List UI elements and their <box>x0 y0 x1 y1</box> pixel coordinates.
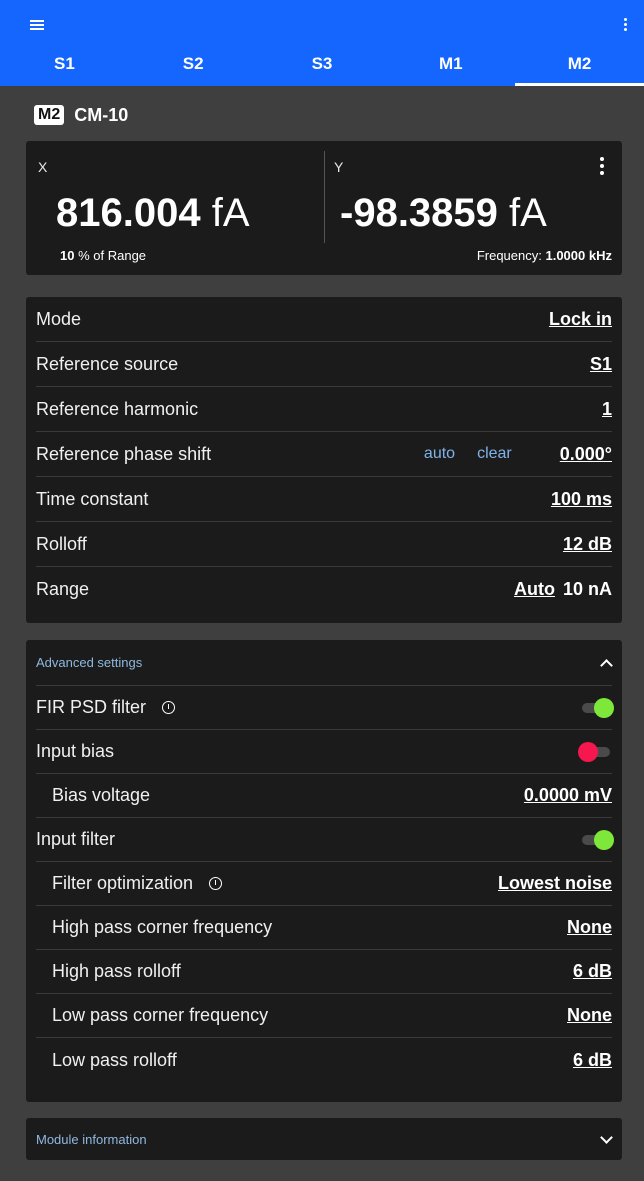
setting-rolloff: Rolloff 12 dB <box>36 522 612 567</box>
x-number: 816.004 <box>56 191 201 235</box>
frequency-label: Frequency: <box>476 248 542 263</box>
tab-m2[interactable]: M2 <box>515 46 644 86</box>
tab-s1[interactable]: S1 <box>0 46 129 86</box>
rolloff-label: Rolloff <box>36 533 87 554</box>
module-header: M2 CM-10 <box>34 103 128 127</box>
low-pass-corner-value[interactable]: None <box>567 1005 612 1026</box>
range-auto-button[interactable]: Auto <box>514 579 555 600</box>
rolloff-value[interactable]: 12 dB <box>563 534 612 555</box>
filter-optimization-value[interactable]: Lowest noise <box>498 873 612 894</box>
app-bar: S1 S2 S3 M1 M2 <box>0 0 644 86</box>
time-constant-label: Time constant <box>36 488 149 509</box>
range-percent: 10 % of Range <box>60 248 146 263</box>
filter-optimization-label: Filter optimization <box>52 873 194 893</box>
value-divider <box>324 151 325 243</box>
phase-auto-button[interactable]: auto <box>424 445 455 463</box>
chevron-down-icon[interactable] <box>600 1133 612 1145</box>
tab-m1[interactable]: M1 <box>386 46 515 86</box>
setting-range: Range Auto 10 nA <box>36 567 612 612</box>
info-icon[interactable] <box>162 701 176 714</box>
high-pass-corner-value[interactable]: None <box>567 917 612 938</box>
reference-source-label: Reference source <box>36 353 179 374</box>
module-badge: M2 <box>34 105 65 125</box>
bias-voltage-value[interactable]: 0.0000 mV <box>524 785 612 806</box>
reference-phase-shift-label: Reference phase shift <box>36 443 212 464</box>
range-label: Range <box>36 579 90 599</box>
module-name: CM-10 <box>74 104 129 125</box>
bias-voltage-label: Bias voltage <box>52 785 151 805</box>
fir-psd-filter-toggle[interactable] <box>580 697 614 718</box>
y-value: -98.3859 fA <box>340 191 547 236</box>
y-label: Y <box>334 159 344 175</box>
setting-filter-optimization: Filter optimization Lowest noise <box>36 862 612 906</box>
lockin-settings-card: Mode Lock in Reference source S1 Referen… <box>26 297 622 623</box>
frequency-unit: kHz <box>588 248 612 263</box>
setting-low-pass-corner: Low pass corner frequency None <box>36 994 612 1038</box>
tab-s3[interactable]: S3 <box>258 46 387 86</box>
time-constant-value[interactable]: 100 ms <box>551 489 612 510</box>
input-bias-label: Input bias <box>36 741 115 761</box>
high-pass-corner-label: High pass corner frequency <box>52 917 273 937</box>
mode-value[interactable]: Lock in <box>549 309 612 330</box>
low-pass-rolloff-label: Low pass rolloff <box>52 1049 177 1070</box>
chevron-up-icon[interactable] <box>600 657 612 669</box>
setting-bias-voltage: Bias voltage 0.0000 mV <box>36 774 612 818</box>
mode-label: Mode <box>36 308 82 329</box>
y-number: -98.3859 <box>340 191 498 235</box>
range-value: 10 nA <box>562 579 612 599</box>
reference-source-value[interactable]: S1 <box>590 354 612 375</box>
high-pass-rolloff-label: High pass rolloff <box>52 961 181 981</box>
advanced-settings-title: Advanced settings <box>36 655 143 670</box>
x-unit: fA <box>211 191 250 235</box>
input-filter-label: Input filter <box>36 829 116 849</box>
tab-s2[interactable]: S2 <box>129 46 258 86</box>
low-pass-corner-label: Low pass corner frequency <box>52 1005 269 1025</box>
phase-clear-button[interactable]: clear <box>477 445 512 463</box>
measurement-card: X 816.004 fA Y -98.3859 fA 10 % of Range… <box>26 141 622 275</box>
setting-input-bias: Input bias <box>36 730 612 774</box>
setting-reference-phase-shift: Reference phase shift auto clear 0.000° <box>36 432 612 477</box>
info-icon[interactable] <box>209 877 223 890</box>
menu-icon[interactable] <box>30 20 44 30</box>
measurement-menu-icon[interactable] <box>600 157 604 178</box>
input-bias-toggle[interactable] <box>578 741 612 762</box>
frequency-value: 1.0000 <box>545 248 586 263</box>
x-value: 816.004 fA <box>56 191 250 236</box>
setting-low-pass-rolloff: Low pass rolloff 6 dB <box>36 1038 612 1082</box>
frequency-readout: Frequency: 1.0000 kHz <box>477 248 612 263</box>
range-percent-suffix: % of Range <box>78 248 147 263</box>
setting-reference-harmonic: Reference harmonic 1 <box>36 387 612 432</box>
range-percent-value: 10 <box>60 248 75 263</box>
module-information-header[interactable]: Module information <box>26 1118 622 1160</box>
setting-reference-source: Reference source S1 <box>36 342 612 387</box>
setting-fir-psd-filter: FIR PSD filter <box>36 686 614 730</box>
setting-high-pass-rolloff: High pass rolloff 6 dB <box>36 950 612 994</box>
reference-phase-shift-value[interactable]: 0.000° <box>560 444 612 465</box>
y-unit: fA <box>509 191 547 235</box>
advanced-settings-card: Advanced settings FIR PSD filter Input b… <box>26 640 622 1102</box>
reference-harmonic-value[interactable]: 1 <box>602 399 612 420</box>
advanced-settings-header[interactable]: Advanced settings <box>36 640 612 686</box>
input-filter-toggle[interactable] <box>580 829 614 850</box>
setting-input-filter: Input filter <box>36 818 614 862</box>
high-pass-rolloff-value[interactable]: 6 dB <box>573 961 612 982</box>
low-pass-rolloff-value[interactable]: 6 dB <box>573 1050 612 1071</box>
setting-mode: Mode Lock in <box>36 297 612 342</box>
overflow-menu-icon[interactable] <box>624 18 628 32</box>
module-information-title: Module information <box>36 1131 147 1147</box>
reference-harmonic-label: Reference harmonic <box>36 398 199 419</box>
module-tabs: S1 S2 S3 M1 M2 <box>0 46 644 86</box>
setting-high-pass-corner: High pass corner frequency None <box>36 906 612 950</box>
fir-psd-filter-label: FIR PSD filter <box>36 697 147 717</box>
x-label: X <box>38 159 48 175</box>
setting-time-constant: Time constant 100 ms <box>36 477 612 522</box>
